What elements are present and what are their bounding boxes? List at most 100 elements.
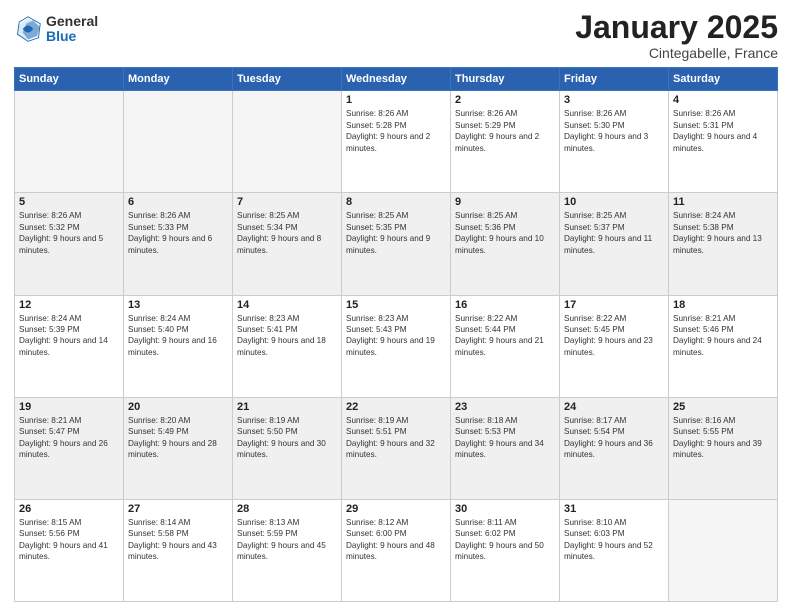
header-friday: Friday bbox=[560, 68, 669, 91]
calendar-week-row: 5 Sunrise: 8:26 AM Sunset: 5:32 PM Daylig… bbox=[15, 193, 778, 295]
table-row: 30Sunrise: 8:11 AM Sunset: 6:02 PM Dayli… bbox=[451, 499, 560, 601]
table-row: 11 Sunrise: 8:24 AM Sunset: 5:38 PM Dayli… bbox=[669, 193, 778, 295]
logo-blue-text: Blue bbox=[46, 29, 98, 44]
day-number: 18 bbox=[673, 299, 773, 311]
cell-info: Sunrise: 8:21 AM Sunset: 5:47 PM Dayligh… bbox=[19, 415, 119, 461]
table-row: 25 Sunrise: 8:16 AM Sunset: 5:55 PM Dayli… bbox=[669, 397, 778, 499]
title-block: January 2025 Cintegabelle, France bbox=[575, 10, 778, 61]
table-row: 6Sunrise: 8:26 AM Sunset: 5:33 PM Daylig… bbox=[124, 193, 233, 295]
day-number: 2 bbox=[455, 94, 555, 106]
cell-info: Sunrise: 8:23 AM Sunset: 5:41 PM Dayligh… bbox=[237, 313, 337, 359]
cell-info: Sunrise: 8:19 AM Sunset: 5:50 PM Dayligh… bbox=[237, 415, 337, 461]
day-number: 7 bbox=[237, 196, 337, 208]
day-number: 26 bbox=[19, 503, 119, 515]
day-number: 3 bbox=[564, 94, 664, 106]
table-row: 7Sunrise: 8:25 AM Sunset: 5:34 PM Daylig… bbox=[233, 193, 342, 295]
day-number: 30 bbox=[455, 503, 555, 515]
table-row: 12Sunrise: 8:24 AM Sunset: 5:39 PM Dayli… bbox=[15, 295, 124, 397]
calendar-week-row: 26 Sunrise: 8:15 AM Sunset: 5:56 PM Dayli… bbox=[15, 499, 778, 601]
cell-info: Sunrise: 8:17 AM Sunset: 5:54 PM Dayligh… bbox=[564, 415, 664, 461]
day-number: 1 bbox=[346, 94, 446, 106]
logo-text: General Blue bbox=[46, 14, 98, 45]
cell-info: Sunrise: 8:24 AM Sunset: 5:39 PM Dayligh… bbox=[19, 313, 119, 359]
day-number: 13 bbox=[128, 299, 228, 311]
table-row: 26 Sunrise: 8:15 AM Sunset: 5:56 PM Dayli… bbox=[15, 499, 124, 601]
calendar-week-row: 19 Sunrise: 8:21 AM Sunset: 5:47 PM Dayli… bbox=[15, 397, 778, 499]
cell-info: Sunrise: 8:24 AM Sunset: 5:38 PM Dayligh… bbox=[673, 210, 773, 256]
table-row: 29 Sunrise: 8:12 AM Sunset: 6:00 PM Dayli… bbox=[342, 499, 451, 601]
table-row: 2 Sunrise: 8:26 AM Sunset: 5:29 PM Daylig… bbox=[451, 91, 560, 193]
table-row: 19 Sunrise: 8:21 AM Sunset: 5:47 PM Dayli… bbox=[15, 397, 124, 499]
day-number: 5 bbox=[19, 196, 119, 208]
cell-info: Sunrise: 8:26 AM Sunset: 5:30 PM Dayligh… bbox=[564, 108, 664, 154]
header-monday: Monday bbox=[124, 68, 233, 91]
table-row bbox=[233, 91, 342, 193]
table-row: 21Sunrise: 8:19 AM Sunset: 5:50 PM Dayli… bbox=[233, 397, 342, 499]
cell-info: Sunrise: 8:19 AM Sunset: 5:51 PM Dayligh… bbox=[346, 415, 446, 461]
day-number: 8 bbox=[346, 196, 446, 208]
cell-info: Sunrise: 8:24 AM Sunset: 5:40 PM Dayligh… bbox=[128, 313, 228, 359]
table-row: 13 Sunrise: 8:24 AM Sunset: 5:40 PM Dayli… bbox=[124, 295, 233, 397]
location: Cintegabelle, France bbox=[575, 45, 778, 61]
day-number: 10 bbox=[564, 196, 664, 208]
day-number: 17 bbox=[564, 299, 664, 311]
cell-info: Sunrise: 8:26 AM Sunset: 5:28 PM Dayligh… bbox=[346, 108, 446, 154]
logo-icon bbox=[14, 15, 42, 43]
cell-info: Sunrise: 8:26 AM Sunset: 5:32 PM Dayligh… bbox=[19, 210, 119, 256]
cell-info: Sunrise: 8:22 AM Sunset: 5:45 PM Dayligh… bbox=[564, 313, 664, 359]
calendar-header-row: Sunday Monday Tuesday Wednesday Thursday… bbox=[15, 68, 778, 91]
cell-info: Sunrise: 8:15 AM Sunset: 5:56 PM Dayligh… bbox=[19, 517, 119, 563]
cell-info: Sunrise: 8:16 AM Sunset: 5:55 PM Dayligh… bbox=[673, 415, 773, 461]
day-number: 20 bbox=[128, 401, 228, 413]
table-row: 24Sunrise: 8:17 AM Sunset: 5:54 PM Dayli… bbox=[560, 397, 669, 499]
day-number: 29 bbox=[346, 503, 446, 515]
cell-info: Sunrise: 8:21 AM Sunset: 5:46 PM Dayligh… bbox=[673, 313, 773, 359]
day-number: 31 bbox=[564, 503, 664, 515]
day-number: 16 bbox=[455, 299, 555, 311]
day-number: 14 bbox=[237, 299, 337, 311]
cell-info: Sunrise: 8:12 AM Sunset: 6:00 PM Dayligh… bbox=[346, 517, 446, 563]
cell-info: Sunrise: 8:26 AM Sunset: 5:29 PM Dayligh… bbox=[455, 108, 555, 154]
table-row bbox=[124, 91, 233, 193]
cell-info: Sunrise: 8:18 AM Sunset: 5:53 PM Dayligh… bbox=[455, 415, 555, 461]
day-number: 15 bbox=[346, 299, 446, 311]
calendar-week-row: 12Sunrise: 8:24 AM Sunset: 5:39 PM Dayli… bbox=[15, 295, 778, 397]
day-number: 4 bbox=[673, 94, 773, 106]
day-number: 28 bbox=[237, 503, 337, 515]
day-number: 27 bbox=[128, 503, 228, 515]
table-row: 28 Sunrise: 8:13 AM Sunset: 5:59 PM Dayli… bbox=[233, 499, 342, 601]
day-number: 25 bbox=[673, 401, 773, 413]
table-row bbox=[669, 499, 778, 601]
cell-info: Sunrise: 8:13 AM Sunset: 5:59 PM Dayligh… bbox=[237, 517, 337, 563]
cell-info: Sunrise: 8:25 AM Sunset: 5:36 PM Dayligh… bbox=[455, 210, 555, 256]
day-number: 19 bbox=[19, 401, 119, 413]
table-row bbox=[15, 91, 124, 193]
day-number: 6 bbox=[128, 196, 228, 208]
table-row: 5 Sunrise: 8:26 AM Sunset: 5:32 PM Daylig… bbox=[15, 193, 124, 295]
day-number: 9 bbox=[455, 196, 555, 208]
table-row: 3 Sunrise: 8:26 AM Sunset: 5:30 PM Daylig… bbox=[560, 91, 669, 193]
table-row: 20 Sunrise: 8:20 AM Sunset: 5:49 PM Dayli… bbox=[124, 397, 233, 499]
table-row: 16Sunrise: 8:22 AM Sunset: 5:44 PM Dayli… bbox=[451, 295, 560, 397]
table-row: 18 Sunrise: 8:21 AM Sunset: 5:46 PM Dayli… bbox=[669, 295, 778, 397]
table-row: 1 Sunrise: 8:26 AM Sunset: 5:28 PM Daylig… bbox=[342, 91, 451, 193]
cell-info: Sunrise: 8:20 AM Sunset: 5:49 PM Dayligh… bbox=[128, 415, 228, 461]
month-title: January 2025 bbox=[575, 10, 778, 45]
page: General Blue January 2025 Cintegabelle, … bbox=[0, 0, 792, 612]
header-wednesday: Wednesday bbox=[342, 68, 451, 91]
table-row: 15Sunrise: 8:23 AM Sunset: 5:43 PM Dayli… bbox=[342, 295, 451, 397]
table-row: 22Sunrise: 8:19 AM Sunset: 5:51 PM Dayli… bbox=[342, 397, 451, 499]
header-saturday: Saturday bbox=[669, 68, 778, 91]
cell-info: Sunrise: 8:25 AM Sunset: 5:35 PM Dayligh… bbox=[346, 210, 446, 256]
header-thursday: Thursday bbox=[451, 68, 560, 91]
header-sunday: Sunday bbox=[15, 68, 124, 91]
day-number: 11 bbox=[673, 196, 773, 208]
header: General Blue January 2025 Cintegabelle, … bbox=[14, 10, 778, 61]
table-row: 9 Sunrise: 8:25 AM Sunset: 5:36 PM Daylig… bbox=[451, 193, 560, 295]
day-number: 23 bbox=[455, 401, 555, 413]
table-row: 31 Sunrise: 8:10 AM Sunset: 6:03 PM Dayli… bbox=[560, 499, 669, 601]
cell-info: Sunrise: 8:10 AM Sunset: 6:03 PM Dayligh… bbox=[564, 517, 664, 563]
table-row: 23 Sunrise: 8:18 AM Sunset: 5:53 PM Dayli… bbox=[451, 397, 560, 499]
calendar-week-row: 1 Sunrise: 8:26 AM Sunset: 5:28 PM Daylig… bbox=[15, 91, 778, 193]
table-row: 14 Sunrise: 8:23 AM Sunset: 5:41 PM Dayli… bbox=[233, 295, 342, 397]
